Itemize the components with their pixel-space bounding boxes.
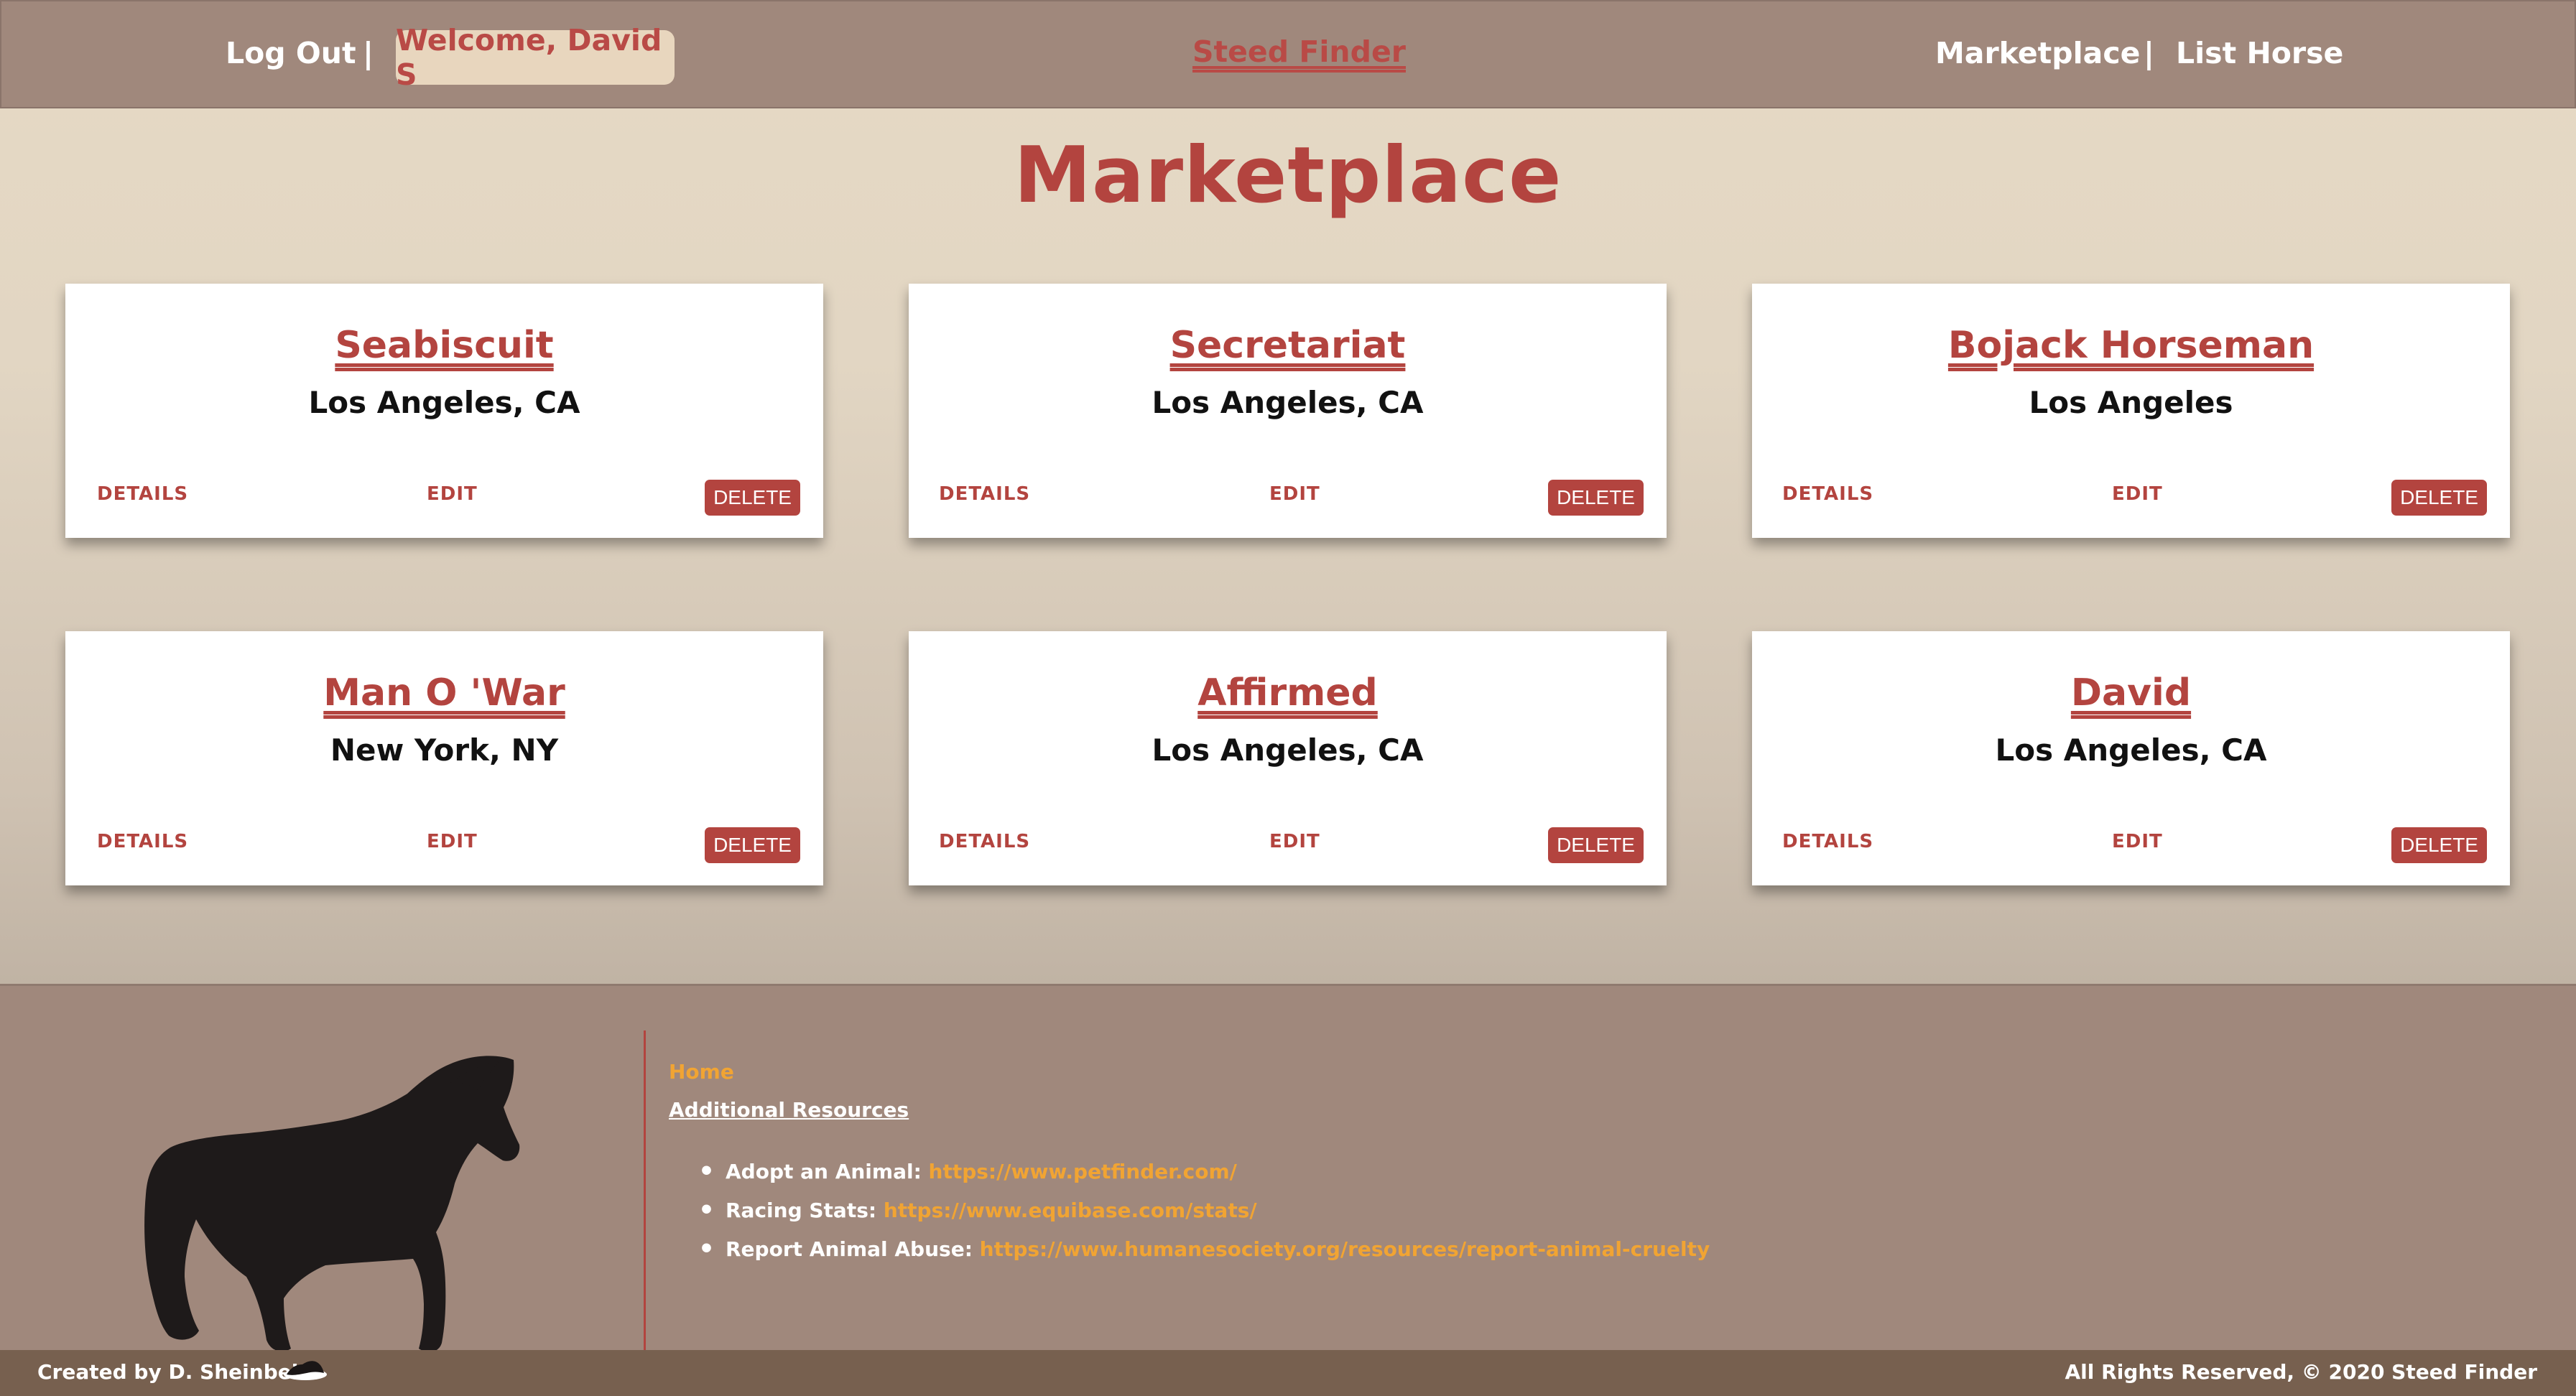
details-button[interactable]: DETAILS (939, 832, 1030, 851)
delete-button[interactable]: DELETE (1548, 480, 1644, 516)
credit-text: Created by D. Sheinbein (37, 1360, 313, 1384)
delete-button[interactable]: DELETE (705, 480, 800, 516)
horse-name-link[interactable]: Affirmed (909, 674, 1667, 712)
resource-label: Report Animal Abuse: (726, 1237, 980, 1261)
logout-link[interactable]: Log Out (226, 39, 356, 68)
footer-divider (644, 1030, 646, 1352)
edit-button[interactable]: EDIT (1269, 832, 1320, 851)
mini-horse-icon (284, 1361, 327, 1380)
horse-location: Los Angeles, CA (1995, 732, 2267, 768)
list-item: Adopt an Animal: https://www.petfinder.c… (698, 1159, 1710, 1201)
petfinder-link[interactable]: https://www.petfinder.com/ (929, 1160, 1237, 1183)
edit-button[interactable]: EDIT (427, 832, 478, 851)
horse-location: Los Angeles, CA (1152, 732, 1424, 768)
edit-button[interactable]: EDIT (427, 485, 478, 503)
horse-location: Los Angeles (2029, 385, 2233, 420)
edit-button[interactable]: EDIT (2112, 485, 2163, 503)
list-item: Report Animal Abuse: https://www.humanes… (698, 1237, 1710, 1278)
resource-label: Adopt an Animal: (726, 1160, 929, 1183)
horse-location: New York, NY (330, 732, 559, 768)
horse-card: Affirmed Los Angeles, CA DETAILS EDIT DE… (909, 631, 1667, 885)
details-button[interactable]: DETAILS (97, 485, 188, 503)
page-title: Marketplace (1014, 131, 1562, 220)
footer: Home Additional Resources Adopt an Anima… (0, 984, 2576, 1352)
edit-button[interactable]: EDIT (1269, 485, 1320, 503)
details-button[interactable]: DETAILS (1782, 485, 1873, 503)
nav-separator: | (2144, 36, 2154, 70)
horse-card: David Los Angeles, CA DETAILS EDIT DELET… (1752, 631, 2510, 885)
nav-separator: | (363, 36, 374, 70)
humanesociety-link[interactable]: https://www.humanesociety.org/resources/… (980, 1237, 1710, 1261)
horse-card: Seabiscuit Los Angeles, CA DETAILS EDIT … (65, 284, 823, 538)
marketplace-link[interactable]: Marketplace (1935, 39, 2140, 68)
delete-button[interactable]: DELETE (2391, 827, 2487, 863)
resources-list: Adopt an Animal: https://www.petfinder.c… (698, 1159, 1710, 1278)
horse-location: Los Angeles, CA (308, 385, 580, 420)
horse-card: Secretariat Los Angeles, CA DETAILS EDIT… (909, 284, 1667, 538)
resource-label: Racing Stats: (726, 1199, 884, 1222)
footer-home-link[interactable]: Home (669, 1062, 734, 1082)
copyright-text: All Rights Reserved, © 2020 Steed Finder (2065, 1360, 2537, 1384)
brand-link[interactable]: Steed Finder (1192, 37, 1406, 67)
bottom-bar: Created by D. Sheinbein All Rights Reser… (0, 1350, 2576, 1396)
horse-card: Man O 'War New York, NY DETAILS EDIT DEL… (65, 631, 823, 885)
details-button[interactable]: DETAILS (1782, 832, 1873, 851)
edit-button[interactable]: EDIT (2112, 832, 2163, 851)
horse-name-link[interactable]: Secretariat (909, 327, 1667, 364)
details-button[interactable]: DETAILS (939, 485, 1030, 503)
delete-button[interactable]: DELETE (2391, 480, 2487, 516)
delete-button[interactable]: DELETE (1548, 827, 1644, 863)
horse-name-link[interactable]: Man O 'War (65, 674, 823, 712)
horse-name-link[interactable]: Bojack Horseman (1752, 327, 2510, 364)
horse-name-link[interactable]: Seabiscuit (65, 327, 823, 364)
horse-silhouette-icon (144, 1056, 520, 1352)
welcome-badge[interactable]: Welcome, David S (396, 23, 675, 92)
list-item: Racing Stats: https://www.equibase.com/s… (698, 1198, 1710, 1239)
list-horse-link[interactable]: List Horse (2176, 39, 2343, 68)
delete-button[interactable]: DELETE (705, 827, 800, 863)
equibase-link[interactable]: https://www.equibase.com/stats/ (884, 1199, 1257, 1222)
horse-name-link[interactable]: David (1752, 674, 2510, 712)
horse-location: Los Angeles, CA (1152, 385, 1424, 420)
details-button[interactable]: DETAILS (97, 832, 188, 851)
resources-heading[interactable]: Additional Resources (669, 1100, 909, 1120)
top-navbar: Log Out | Welcome, David S Steed Finder … (0, 0, 2576, 108)
horse-card: Bojack Horseman Los Angeles DETAILS EDIT… (1752, 284, 2510, 538)
